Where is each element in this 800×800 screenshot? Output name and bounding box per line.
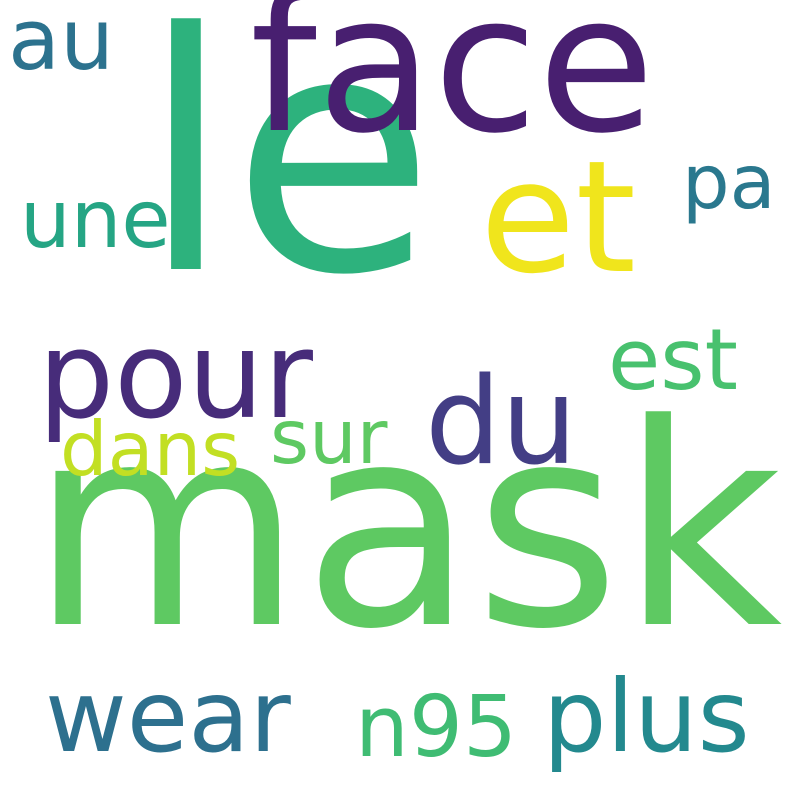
word-et: et	[480, 127, 637, 308]
word-au: au	[8, 0, 114, 90]
word-sur: sur	[270, 393, 388, 481]
word-n95: n95	[355, 678, 518, 777]
word-du: du	[425, 353, 578, 492]
word-dans: dans	[60, 405, 241, 493]
word-plus: plus	[543, 658, 750, 775]
word-wear: wear	[45, 658, 291, 775]
word-cloud: le mask face et pour du est wear plus n9…	[0, 0, 800, 800]
word-est: est	[608, 311, 738, 410]
word-une: une	[20, 173, 171, 266]
word-pa: pa	[682, 138, 776, 226]
